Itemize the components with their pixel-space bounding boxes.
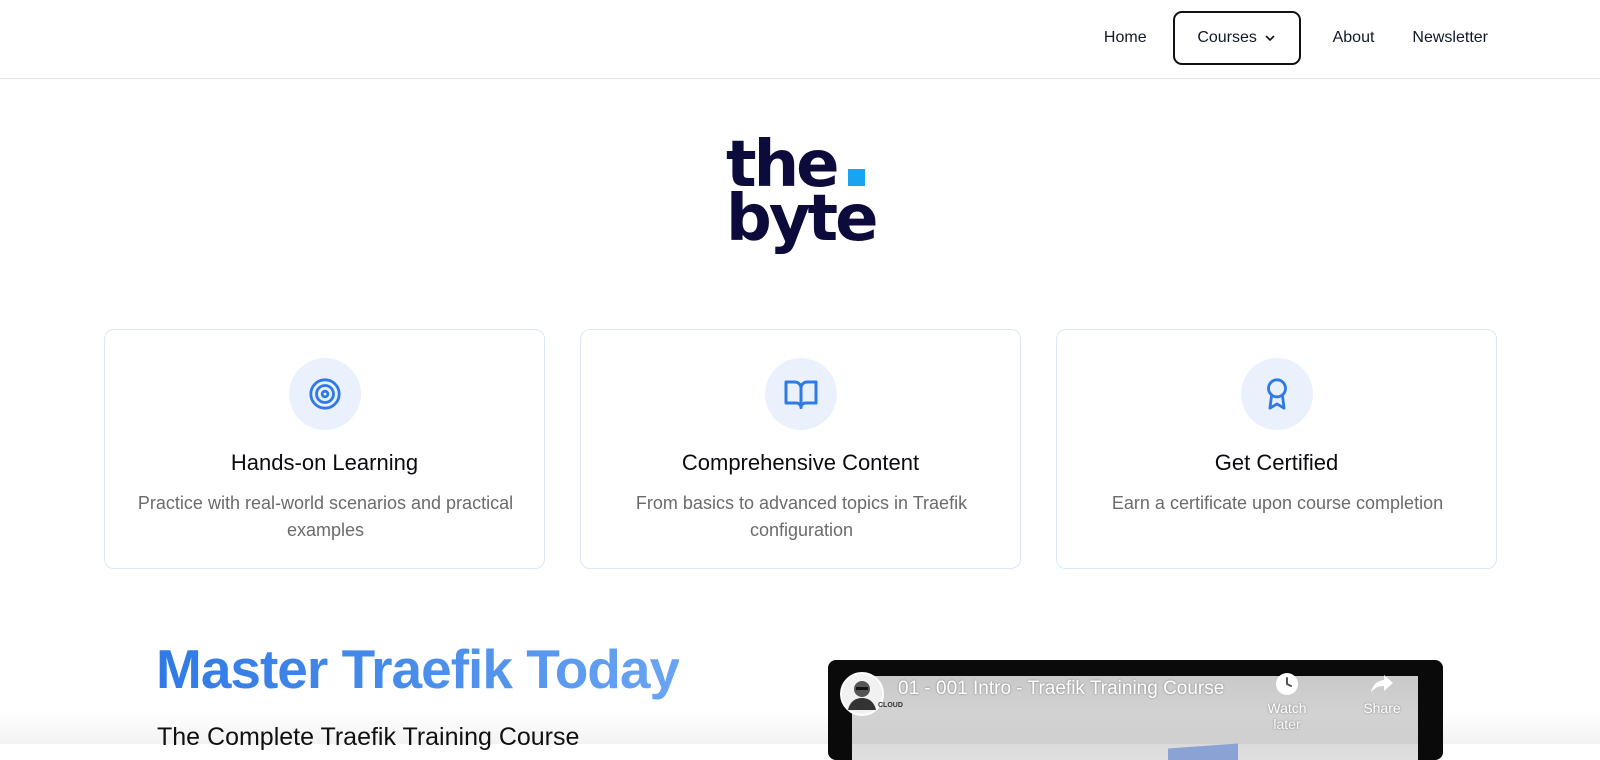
watch-later-label: Watch later — [1267, 700, 1307, 732]
channel-avatar[interactable] — [840, 672, 884, 716]
feature-description: Earn a certificate upon course completio… — [1111, 493, 1444, 513]
video-player[interactable]: CLOUD 01 - 001 Intro - Traefik Training … — [828, 660, 1443, 760]
nav-about-label: About — [1332, 29, 1375, 46]
top-navbar: Home Courses About Newsletter — [0, 0, 1600, 79]
nav-home[interactable]: Home — [1088, 11, 1163, 65]
feature-title: Hands-on Learning — [230, 450, 419, 475]
book-open-icon — [784, 380, 818, 409]
feature-icon-circle — [289, 358, 361, 430]
nav-newsletter-label: Newsletter — [1412, 29, 1488, 46]
clock-icon — [1276, 673, 1298, 695]
person-avatar-icon — [848, 681, 876, 710]
logo-wordmark: the byte — [726, 133, 879, 256]
nav-courses-label: Courses — [1197, 29, 1257, 46]
logo-square-dot — [848, 169, 865, 186]
feature-card-hands-on: Hands-on Learning Practice with real-wor… — [104, 329, 545, 569]
the-byte-logo: the byte — [726, 133, 886, 268]
feature-description: Practice with real-world scenarios and p… — [137, 493, 514, 540]
nav-about[interactable]: About — [1317, 11, 1391, 65]
hero-title: Master Traefik Today — [156, 634, 680, 704]
chevron-down-icon — [1265, 35, 1275, 41]
feature-cards: Hands-on Learning Practice with real-wor… — [104, 329, 1497, 569]
share-arrow-icon — [1371, 675, 1393, 693]
channel-badge: CLOUD — [878, 702, 903, 709]
watch-later-button[interactable]: Watch later — [1252, 672, 1322, 732]
feature-icon-circle — [1241, 358, 1313, 430]
feature-card-certified: Get Certified Earn a certificate upon co… — [1056, 329, 1497, 569]
share-button[interactable]: Share — [1347, 672, 1417, 716]
nav-home-label: Home — [1103, 29, 1147, 46]
hero-subtitle: The Complete Traefik Training Course — [157, 723, 580, 751]
feature-title: Comprehensive Content — [681, 450, 920, 475]
share-label: Share — [1363, 700, 1401, 716]
feature-title: Get Certified — [1214, 450, 1339, 475]
main-nav: Home Courses About Newsletter — [1082, 11, 1504, 65]
video-title[interactable]: 01 - 001 Intro - Traefik Training Course — [898, 678, 1224, 700]
feature-card-content: Comprehensive Content From basics to adv… — [580, 329, 1021, 569]
feature-icon-circle — [765, 358, 837, 430]
logo-line-2: byte — [726, 182, 879, 256]
nav-newsletter[interactable]: Newsletter — [1396, 11, 1504, 65]
award-icon — [1267, 378, 1287, 410]
nav-courses-dropdown[interactable]: Courses — [1172, 11, 1301, 65]
feature-description: From basics to advanced topics in Traefi… — [635, 493, 968, 540]
target-icon — [309, 378, 341, 410]
video-thumbnail-shape — [1168, 743, 1238, 760]
